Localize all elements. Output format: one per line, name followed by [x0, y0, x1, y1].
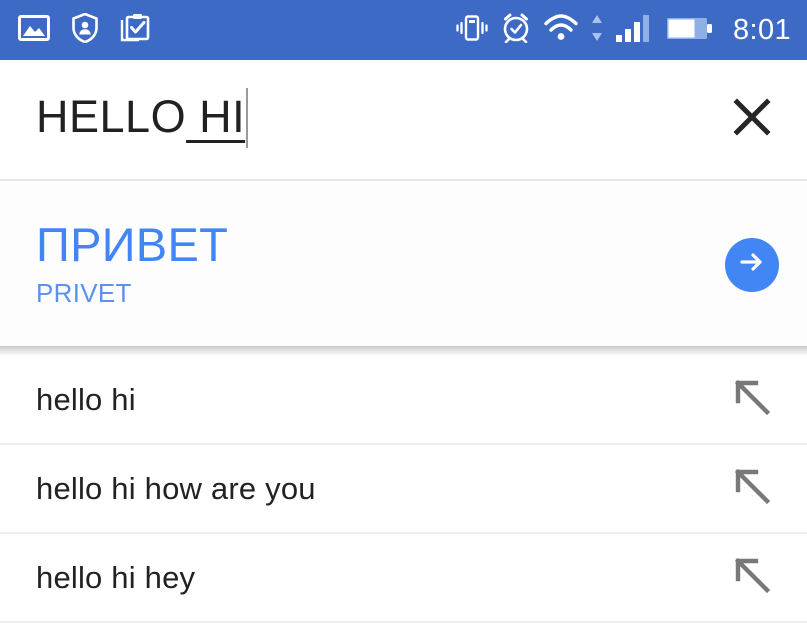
search-input[interactable]: HELLO HI — [0, 60, 697, 179]
arrow-up-left-icon — [729, 463, 775, 514]
translation-text-group: ПРИВЕТ PRIVET — [0, 217, 697, 309]
search-input-composing: HI — [186, 90, 246, 142]
battery-icon — [666, 13, 714, 48]
suggestion-label: hello hi hey — [36, 559, 196, 595]
photo-icon — [18, 14, 50, 46]
clear-button[interactable] — [697, 60, 807, 179]
suggestion-list: hello hi hello hi how are you hello hi h… — [0, 356, 807, 623]
status-bar-left-icons — [18, 12, 150, 48]
translate-app-screen: 8:01 HELLO HI ПРИВЕТ PRIVET hello hi hel… — [0, 0, 807, 625]
list-item[interactable]: hello hi hey — [0, 534, 807, 623]
status-bar-right-icons: 8:01 — [455, 12, 791, 48]
insert-suggestion-button[interactable] — [697, 463, 807, 514]
insert-suggestion-button[interactable] — [697, 374, 807, 425]
search-input-committed: HELLO — [36, 90, 187, 142]
arrow-up-left-icon — [729, 374, 775, 425]
translation-transliteration: PRIVET — [36, 278, 132, 309]
suggestion-label: hello hi — [36, 381, 136, 417]
list-item[interactable]: hello hi how are you — [0, 445, 807, 534]
translate-go-button[interactable] — [725, 237, 779, 292]
search-input-bar[interactable]: HELLO HI — [0, 60, 807, 181]
close-icon — [730, 95, 774, 144]
status-bar-clock: 8:01 — [732, 13, 791, 46]
data-transfer-icon — [590, 13, 604, 48]
card-shadow-divider — [0, 346, 807, 356]
go-button-container — [697, 237, 807, 292]
shield-person-icon — [72, 12, 98, 48]
insert-suggestion-button[interactable] — [697, 552, 807, 603]
arrow-up-left-icon — [729, 552, 775, 603]
arrow-right-icon — [735, 245, 769, 284]
suggestion-label: hello hi how are you — [36, 470, 316, 506]
translation-result-card[interactable]: ПРИВЕТ PRIVET — [0, 183, 807, 346]
alarm-check-icon — [500, 12, 532, 48]
wifi-icon — [543, 13, 579, 47]
vibrate-icon — [455, 13, 489, 48]
status-bar: 8:01 — [0, 0, 807, 60]
clipboard-check-icon — [120, 13, 150, 48]
search-input-text: HELLO HI — [36, 87, 249, 150]
signal-bars-icon — [615, 13, 655, 48]
list-item[interactable]: hello hi — [0, 356, 807, 445]
text-caret — [246, 87, 249, 148]
translation-text: ПРИВЕТ — [36, 217, 229, 271]
